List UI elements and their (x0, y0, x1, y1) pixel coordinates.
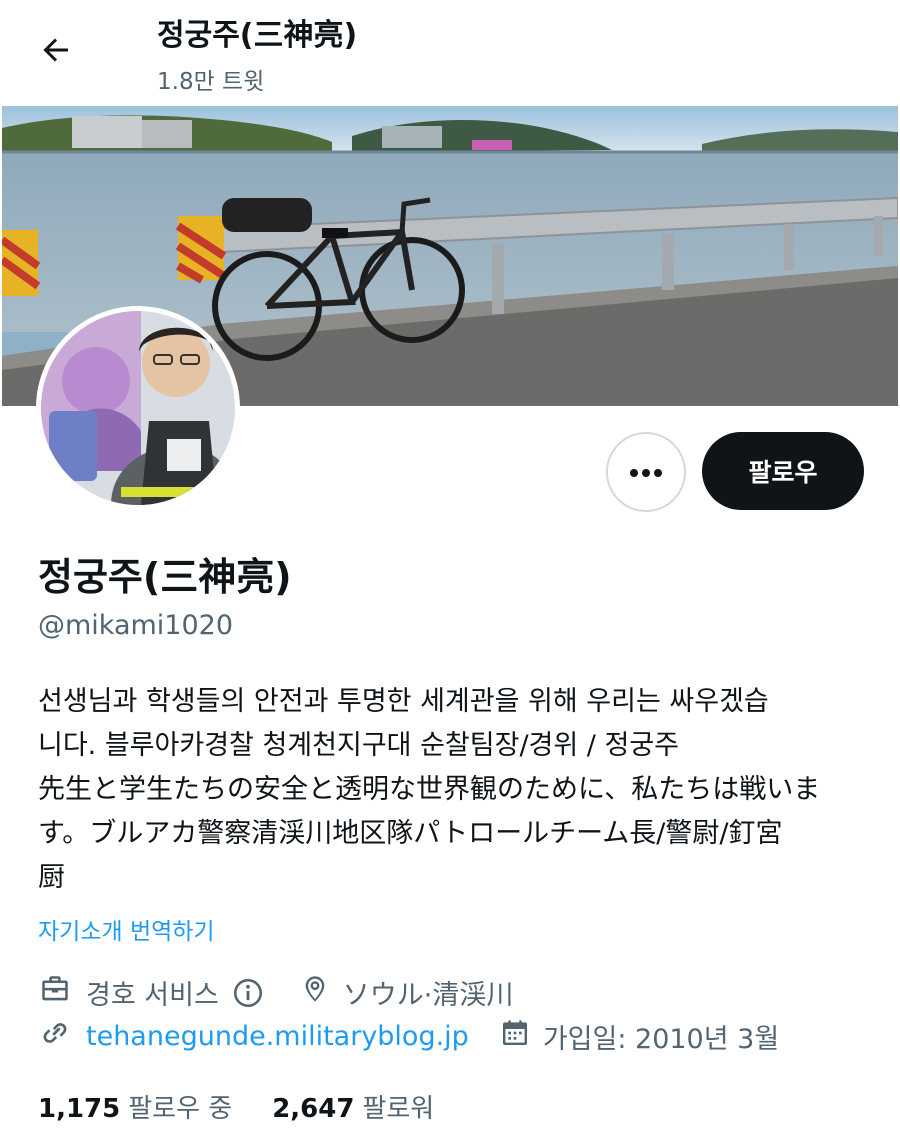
follow-stats: 1,175 팔로우 중 2,647 팔로워 (38, 1088, 434, 1125)
followers-stat[interactable]: 2,647 팔로워 (272, 1088, 434, 1125)
calendar-icon (499, 1016, 531, 1057)
website-item[interactable]: tehanegunde.militaryblog.jp (38, 1016, 469, 1057)
joined-date: 가입일: 2010년 3월 (542, 1024, 780, 1055)
bio-line: 先生と学生たちの安全と透明な世界観のために、私たちは戦いま (38, 774, 821, 805)
followers-count: 2,647 (272, 1094, 355, 1124)
bio-line: 厨 (38, 862, 65, 893)
following-label: 팔로우 중 (128, 1094, 233, 1124)
location-item: ソウル·清渓川 (299, 972, 514, 1013)
back-button[interactable] (26, 22, 86, 82)
info-icon[interactable] (231, 976, 265, 1010)
following-count: 1,175 (38, 1094, 121, 1124)
bio-line: す。ブルアカ警察清渓川地区隊パトロールチーム長/警尉/釘宮 (38, 818, 783, 849)
user-handle: @mikami1020 (38, 610, 234, 641)
briefcase-icon (38, 972, 72, 1013)
followers-label: 팔로워 (362, 1094, 435, 1124)
bio-line: 니다. 블루아카경찰 청계천지구대 순찰팀장/경위 / 정궁주 (38, 730, 680, 761)
profile-bio: 선생님과 학생들의 안전과 투명한 세계관을 위해 우리는 싸우겠습 니다. 블… (38, 680, 870, 900)
bio-line: 선생님과 학생들의 안전과 투명한 세계관을 위해 우리는 싸우겠습 (38, 686, 769, 717)
profile-meta-row-2: tehanegunde.militaryblog.jp 가입일: 2010년 3… (38, 1016, 779, 1057)
arrow-left-icon (38, 32, 74, 72)
link-icon (38, 1016, 72, 1057)
top-bar: 정궁주(三神亮) 1.8만 트윗 (0, 0, 900, 104)
following-stat[interactable]: 1,175 팔로우 중 (38, 1088, 232, 1125)
website-link[interactable]: tehanegunde.militaryblog.jp (86, 1021, 469, 1052)
category-label: 경호 서비스 (86, 980, 219, 1011)
avatar[interactable] (36, 306, 240, 510)
ellipsis-icon (629, 463, 663, 482)
more-options-button[interactable] (606, 432, 686, 512)
display-name: 정궁주(三神亮) (38, 555, 292, 599)
location-pin-icon (299, 972, 331, 1013)
location-label: ソウル·清渓川 (342, 980, 514, 1011)
tweet-count: 1.8만 트윗 (157, 69, 265, 95)
follow-button[interactable]: 팔로우 (702, 432, 864, 510)
header-title: 정궁주(三神亮) (157, 18, 358, 53)
category-item: 경호 서비스 (38, 972, 265, 1013)
profile-meta-row-1: 경호 서비스 ソウル·清渓川 (38, 972, 513, 1013)
translate-bio-link[interactable]: 자기소개 번역하기 (38, 912, 215, 946)
joined-item: 가입일: 2010년 3월 (499, 1016, 779, 1057)
